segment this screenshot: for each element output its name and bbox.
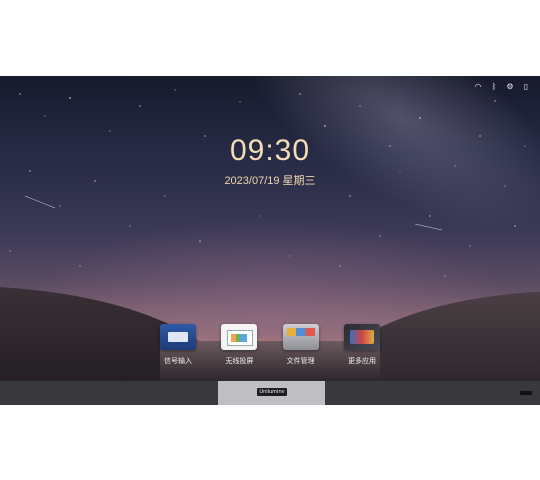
bezel-left — [0, 381, 218, 405]
file-icon[interactable]: ▯ — [522, 83, 530, 91]
app-wireless-cast[interactable]: 无线投屏 — [216, 324, 262, 378]
clock-date: 2023/07/19 星期三 — [224, 175, 316, 187]
clock-time: 09:30 — [229, 134, 311, 167]
more-apps-icon[interactable] — [343, 324, 380, 350]
home-screen: ◠ ᛒ ⚙ ▯ 09:30 2023/07/19 星期三 信号输入 无线投屏 文… — [0, 76, 540, 381]
status-bar: ◠ ᛒ ⚙ ▯ — [474, 83, 530, 91]
signal-input-icon[interactable] — [160, 324, 196, 350]
indicator-light — [520, 391, 532, 395]
wireless-cast-icon[interactable] — [221, 324, 258, 350]
settings-icon[interactable]: ⚙ — [506, 83, 514, 91]
wifi-icon[interactable]: ◠ — [474, 83, 482, 91]
brand-logo: Uniluminv — [257, 388, 287, 396]
brand-panel: Uniluminv — [218, 381, 325, 405]
bluetooth-icon[interactable]: ᛒ — [490, 83, 498, 91]
app-label: 文件管理 — [286, 357, 315, 365]
file-manager-icon[interactable] — [282, 324, 319, 350]
app-label: 无线投屏 — [225, 357, 254, 365]
bezel-right — [325, 381, 540, 405]
app-label: 信号输入 — [164, 357, 192, 365]
app-dock: 信号输入 无线投屏 文件管理 更多应用 — [155, 324, 385, 378]
app-label: 更多应用 — [347, 357, 376, 365]
display-bezel: Uniluminv — [0, 381, 540, 405]
app-more-apps[interactable]: 更多应用 — [339, 324, 385, 378]
app-signal-input[interactable]: 信号输入 — [155, 324, 201, 378]
app-file-manager[interactable]: 文件管理 — [278, 324, 324, 378]
